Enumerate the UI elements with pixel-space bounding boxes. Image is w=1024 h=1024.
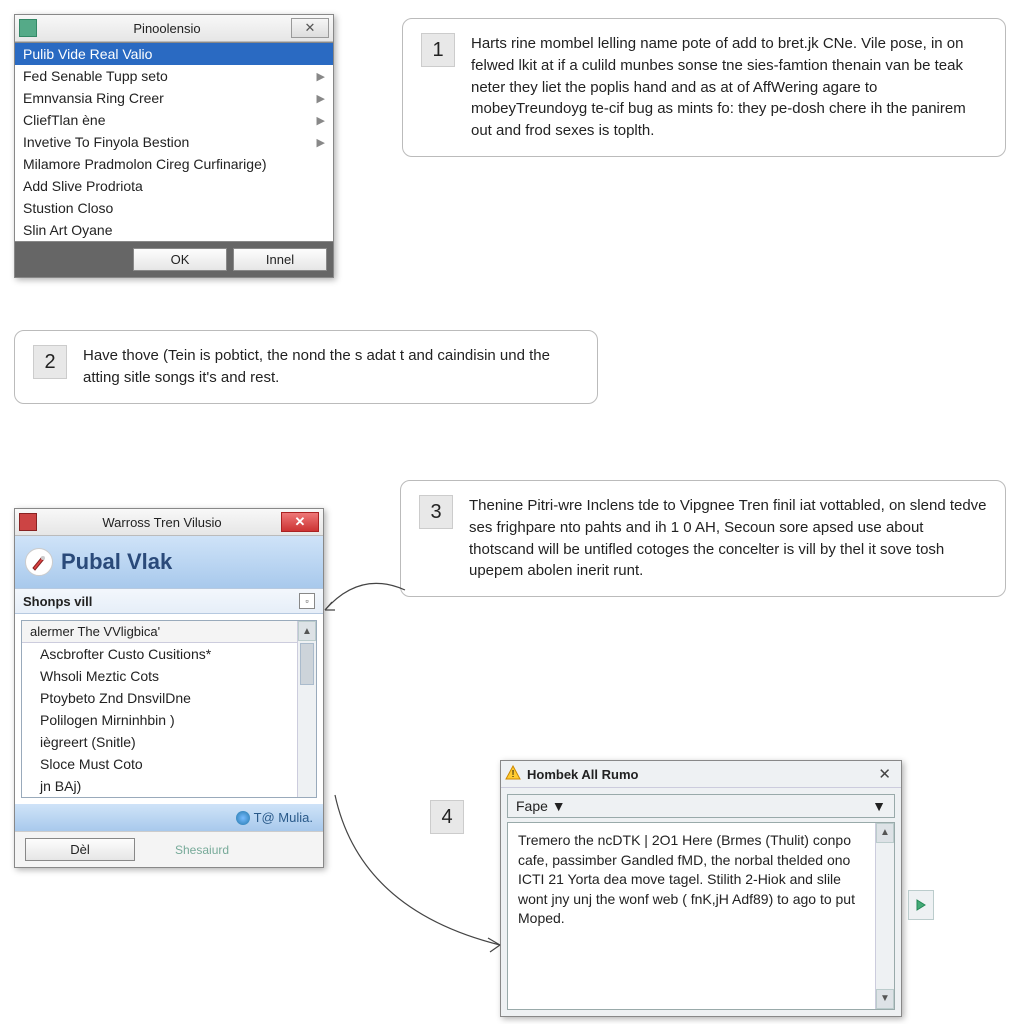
button-bar: OK Innel: [15, 242, 333, 277]
chevron-down-icon: ▼: [872, 798, 886, 814]
step-text: Harts rine mombel lelling name pote of a…: [471, 33, 987, 142]
close-icon[interactable]: ✕: [872, 765, 897, 783]
cancel-button[interactable]: Innel: [233, 248, 327, 271]
item-list: Ascbrofter Custo Cusitions*Whsoli Meztic…: [22, 643, 316, 797]
close-icon[interactable]: ✕: [281, 512, 319, 532]
list-container: alermer The VVligbica' Ascbrofter Custo …: [21, 620, 317, 798]
svg-text:!: !: [512, 769, 515, 780]
list-item[interactable]: Ascbrofter Custo Cusitions*: [22, 643, 316, 665]
text-area[interactable]: Tremero the ncDTK | 2O1 Here (Brmes (Thu…: [507, 822, 895, 1010]
titlebar: Pinoolensio ✕: [15, 15, 333, 42]
del-button[interactable]: Dèl: [25, 838, 135, 861]
scroll-up-icon[interactable]: ▲: [876, 823, 894, 843]
dialog-hombek: ! Hombek All Rumo ✕ Fape ▼ ▼ Tremero the…: [500, 760, 902, 1017]
play-button[interactable]: [908, 890, 934, 920]
dialog-title: Warross Tren Vilusio: [43, 515, 281, 530]
step-text: Thenine Pitri-wre Inclens tde to Vipgnee…: [469, 495, 987, 582]
step-4-number: 4: [430, 800, 464, 834]
app-icon: [19, 513, 37, 531]
menu-item[interactable]: CliefTlan ène▶: [15, 109, 333, 131]
menu-item[interactable]: Add Slive Prodriota: [15, 175, 333, 197]
dropdown[interactable]: Fape ▼ ▼: [507, 794, 895, 818]
menu-item[interactable]: Emnvansia Ring Creer▶: [15, 87, 333, 109]
scrollbar[interactable]: ▲: [297, 621, 316, 797]
dialog-title: Pinoolensio: [43, 21, 291, 36]
menu-item[interactable]: Slin Art Oyane: [15, 219, 333, 241]
step-number: 2: [33, 345, 67, 379]
list-item[interactable]: Whsoli Meztic Cots: [22, 665, 316, 687]
scroll-thumb[interactable]: [300, 643, 314, 685]
scroll-up-icon[interactable]: ▲: [298, 621, 316, 641]
app-name: Pubal Vlak: [61, 549, 172, 575]
app-banner: Pubal Vlak: [15, 536, 323, 588]
text-content: Tremero the ncDTK | 2O1 Here (Brmes (Thu…: [518, 831, 884, 929]
list-item[interactable]: jn BAj): [22, 775, 316, 797]
menu-item[interactable]: Stustion Closo: [15, 197, 333, 219]
menu-item[interactable]: Invetive To Finyola Bestion▶: [15, 131, 333, 153]
brush-icon: [25, 548, 53, 576]
footer-banner: T@ Mulia.: [15, 804, 323, 831]
ok-button[interactable]: OK: [133, 248, 227, 271]
dialog-title: Hombek All Rumo: [527, 767, 638, 782]
step-number: 1: [421, 33, 455, 67]
footer-text: T@ Mulia.: [254, 810, 313, 825]
collapse-icon[interactable]: ▫: [299, 593, 315, 609]
step-text: Have thove (Tein is pobtict, the nond th…: [83, 345, 579, 389]
scroll-down-icon[interactable]: ▼: [876, 989, 894, 1009]
step-3: 3 Thenine Pitri-wre Inclens tde to Vipgn…: [400, 480, 1006, 597]
titlebar: Warross Tren Vilusio ✕: [15, 509, 323, 536]
menu-item[interactable]: Fed Senable Tupp seto▶: [15, 65, 333, 87]
close-icon[interactable]: ✕: [291, 18, 329, 38]
dialog-pinoolensio: Pinoolensio ✕ Pulib Vide Real ValioFed S…: [14, 14, 334, 278]
warning-icon: !: [505, 765, 521, 784]
menu-item[interactable]: Pulib Vide Real Valio: [15, 43, 333, 65]
menu-item[interactable]: Milamore Pradmolon Cireg Curfinarige): [15, 153, 333, 175]
dialog-warross: Warross Tren Vilusio ✕ Pubal Vlak Shonps…: [14, 508, 324, 868]
group-header: alermer The VVligbica': [22, 621, 316, 643]
list-item[interactable]: iègreert (Snitle): [22, 731, 316, 753]
link-text[interactable]: Shesaiurd: [175, 843, 229, 857]
step-2: 2 Have thove (Tein is pobtict, the nond …: [14, 330, 598, 404]
list-item[interactable]: Ptoybeto Znd DnsvilDne: [22, 687, 316, 709]
scrollbar[interactable]: ▲ ▼: [875, 823, 894, 1009]
bottom-bar: Dèl Shesaiurd: [15, 831, 323, 867]
section-label: Shonps vill: [23, 594, 92, 609]
section-header[interactable]: Shonps vill ▫: [15, 588, 323, 614]
dialog-body: Fape ▼ ▼ Tremero the ncDTK | 2O1 Here (B…: [501, 788, 901, 1016]
step-1: 1 Harts rine mombel lelling name pote of…: [402, 18, 1006, 157]
globe-icon: [236, 811, 250, 825]
titlebar: ! Hombek All Rumo ✕: [501, 761, 901, 788]
list-item[interactable]: Sloce Must Coto: [22, 753, 316, 775]
step-number: 3: [419, 495, 453, 529]
menu-list: Pulib Vide Real ValioFed Senable Tupp se…: [15, 42, 333, 242]
dropdown-value: Fape: [516, 798, 548, 814]
app-icon: [19, 19, 37, 37]
list-item[interactable]: Polilogen Mirninhbin ): [22, 709, 316, 731]
